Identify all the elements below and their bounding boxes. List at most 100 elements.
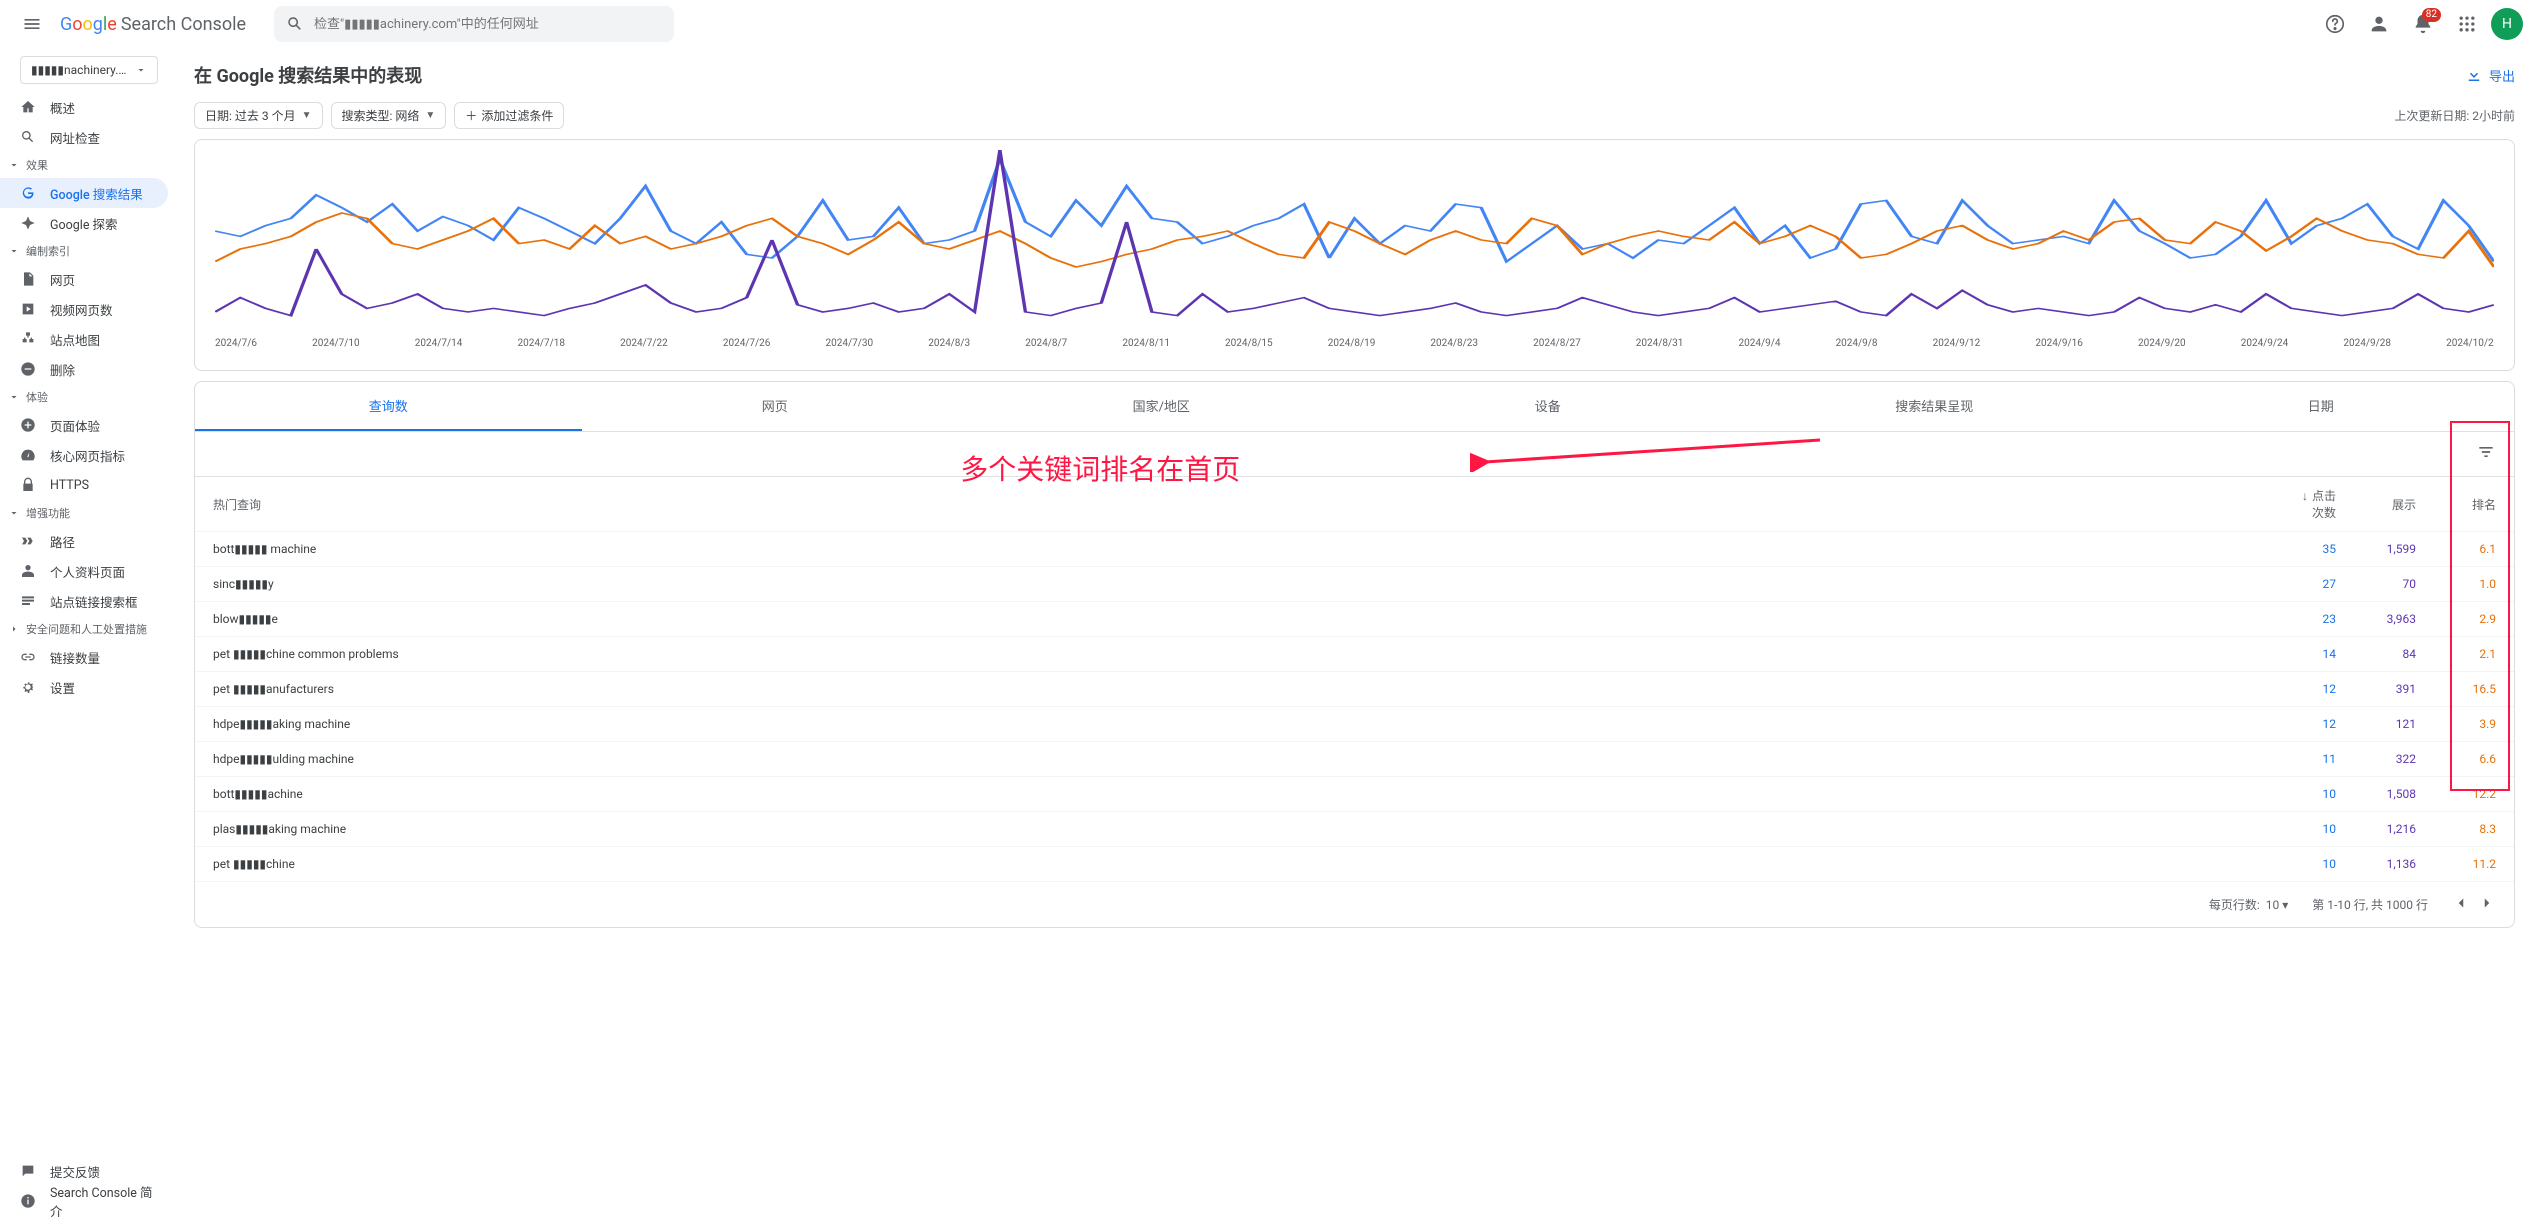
nav-label: 核心网页指标 <box>50 446 125 465</box>
cell-impressions: 1,216 <box>2354 812 2434 847</box>
user-avatar[interactable]: H <box>2491 8 2523 40</box>
chevron-down-icon: ▼ <box>302 110 312 121</box>
nav-label: 安全问题和人工处置措施 <box>26 621 147 637</box>
help-button[interactable] <box>2315 4 2355 44</box>
breadcrumb-icon <box>20 533 36 549</box>
sidebar-item-https[interactable]: HTTPS <box>0 470 168 500</box>
sidebar-item-breadcrumbs[interactable]: 路径 <box>0 526 168 556</box>
cell-impressions: 121 <box>2354 707 2434 742</box>
table-row[interactable]: sinc▮▮▮▮▮y27701.0 <box>195 567 2514 602</box>
apps-button[interactable] <box>2447 4 2487 44</box>
sidebar-group-security[interactable]: 安全问题和人工处置措施 <box>0 616 168 642</box>
add-filter-button[interactable]: ＋添加过滤条件 <box>454 102 564 129</box>
sidebar-group-performance[interactable]: 效果 <box>0 152 168 178</box>
cell-query: blow▮▮▮▮▮e <box>195 602 2274 637</box>
sort-down-icon: ↓ <box>2302 489 2308 503</box>
export-button[interactable]: 导出 <box>2465 66 2515 85</box>
hamburger-menu-button[interactable] <box>12 4 52 44</box>
type-filter-chip[interactable]: 搜索类型: 网络▼ <box>331 102 447 129</box>
sidebar-item-cwv[interactable]: 核心网页指标 <box>0 440 168 470</box>
sidebar-item-overview[interactable]: 概述 <box>0 92 168 122</box>
cell-clicks: 12 <box>2274 707 2354 742</box>
google-g-icon <box>20 185 36 201</box>
prev-page-button[interactable] <box>2452 894 2470 915</box>
table-row[interactable]: bott▮▮▮▮▮achine101,50812.2 <box>195 777 2514 812</box>
col-clicks[interactable]: ↓点击次数 <box>2274 477 2354 532</box>
sidebar-item-sitelinks[interactable]: 站点链接搜索框 <box>0 586 168 616</box>
cell-position: 1.0 <box>2434 567 2514 602</box>
table-row[interactable]: pet ▮▮▮▮▮chine101,13611.2 <box>195 847 2514 882</box>
date-filter-chip[interactable]: 日期: 过去 3 个月▼ <box>194 102 323 129</box>
download-icon <box>2465 66 2483 84</box>
col-impressions[interactable]: 展示 <box>2354 477 2434 532</box>
nav-label: 网页 <box>50 270 75 289</box>
chart-x-axis-labels: 2024/7/62024/7/102024/7/142024/7/182024/… <box>215 334 2494 349</box>
next-page-button[interactable] <box>2478 894 2496 915</box>
cell-query: sinc▮▮▮▮▮y <box>195 567 2274 602</box>
cell-query: bott▮▮▮▮▮achine <box>195 777 2274 812</box>
pagination-range: 第 1-10 行, 共 1000 行 <box>2312 896 2428 913</box>
home-icon <box>20 99 36 115</box>
col-position[interactable]: 排名 <box>2434 477 2514 532</box>
tab-devices[interactable]: 设备 <box>1355 382 1742 431</box>
sidebar-item-links[interactable]: 链接数量 <box>0 642 168 672</box>
cell-clicks: 10 <box>2274 777 2354 812</box>
sidebar-item-search-results[interactable]: Google 搜索结果 <box>0 178 168 208</box>
table-row[interactable]: pet ▮▮▮▮▮chine common problems14842.1 <box>195 637 2514 672</box>
chevron-down-icon <box>135 64 147 76</box>
tab-queries[interactable]: 查询数 <box>195 382 582 431</box>
sidebar-item-pages[interactable]: 网页 <box>0 264 168 294</box>
sidebar-group-indexing[interactable]: 编制索引 <box>0 238 168 264</box>
cell-impressions: 84 <box>2354 637 2434 672</box>
nav-label: 增强功能 <box>26 505 70 521</box>
cell-impressions: 3,963 <box>2354 602 2434 637</box>
cell-position: 11.2 <box>2434 847 2514 882</box>
cell-clicks: 14 <box>2274 637 2354 672</box>
sidebar-item-settings[interactable]: 设置 <box>0 672 168 702</box>
url-search-box[interactable] <box>274 6 674 42</box>
sidebar-group-enhance[interactable]: 增强功能 <box>0 500 168 526</box>
sidebar-item-page-experience[interactable]: 页面体验 <box>0 410 168 440</box>
remove-icon <box>20 361 36 377</box>
rows-per-page-select[interactable]: 10 ▾ <box>2266 898 2289 912</box>
sidebar-group-experience[interactable]: 体验 <box>0 384 168 410</box>
table-row[interactable]: blow▮▮▮▮▮e233,9632.9 <box>195 602 2514 637</box>
sidebar-item-removals[interactable]: 删除 <box>0 354 168 384</box>
chevron-down-icon <box>8 507 20 519</box>
cell-impressions: 391 <box>2354 672 2434 707</box>
chevron-right-icon <box>8 623 20 635</box>
tab-appearance[interactable]: 搜索结果呈现 <box>1741 382 2128 431</box>
col-query[interactable]: 热门查询 <box>195 477 2274 532</box>
hamburger-icon <box>22 14 42 34</box>
tab-countries[interactable]: 国家/地区 <box>968 382 1355 431</box>
cell-query: bott▮▮▮▮▮ machine <box>195 532 2274 567</box>
tab-dates[interactable]: 日期 <box>2128 382 2515 431</box>
table-row[interactable]: hdpe▮▮▮▮▮aking machine121213.9 <box>195 707 2514 742</box>
sidebar-item-url-inspect[interactable]: 网址检查 <box>0 122 168 152</box>
table-row[interactable]: bott▮▮▮▮▮ machine351,5996.1 <box>195 532 2514 567</box>
sidebar-item-about[interactable]: Search Console 简介 <box>0 1186 168 1216</box>
chevron-down-icon <box>8 159 20 171</box>
cell-impressions: 70 <box>2354 567 2434 602</box>
table-filter-button[interactable] <box>2476 442 2496 466</box>
notifications-button[interactable]: 82 <box>2403 4 2443 44</box>
profile-icon <box>20 563 36 579</box>
search-input[interactable] <box>314 17 662 32</box>
tab-pages[interactable]: 网页 <box>582 382 969 431</box>
cell-query: hdpe▮▮▮▮▮aking machine <box>195 707 2274 742</box>
table-footer: 每页行数: 10 ▾ 第 1-10 行, 共 1000 行 <box>195 882 2514 927</box>
cell-clicks: 35 <box>2274 532 2354 567</box>
table-row[interactable]: pet ▮▮▮▮▮anufacturers1239116.5 <box>195 672 2514 707</box>
table-row[interactable]: plas▮▮▮▮▮aking machine101,2168.3 <box>195 812 2514 847</box>
people-button[interactable] <box>2359 4 2399 44</box>
sitemap-icon <box>20 331 36 347</box>
sidebar-item-sitemaps[interactable]: 站点地图 <box>0 324 168 354</box>
sidebar-item-profile-page[interactable]: 个人资料页面 <box>0 556 168 586</box>
cell-impressions: 1,599 <box>2354 532 2434 567</box>
sidebar-item-discover[interactable]: Google 探索 <box>0 208 168 238</box>
nav-label: 提交反馈 <box>50 1162 100 1181</box>
queries-table: 热门查询 ↓点击次数 展示 排名 bott▮▮▮▮▮ machine351,59… <box>195 477 2514 882</box>
table-row[interactable]: hdpe▮▮▮▮▮ulding machine113226.6 <box>195 742 2514 777</box>
sidebar-item-video-pages[interactable]: 视频网页数 <box>0 294 168 324</box>
property-selector[interactable]: ▮▮▮▮▮nachinery.com <box>20 56 158 84</box>
